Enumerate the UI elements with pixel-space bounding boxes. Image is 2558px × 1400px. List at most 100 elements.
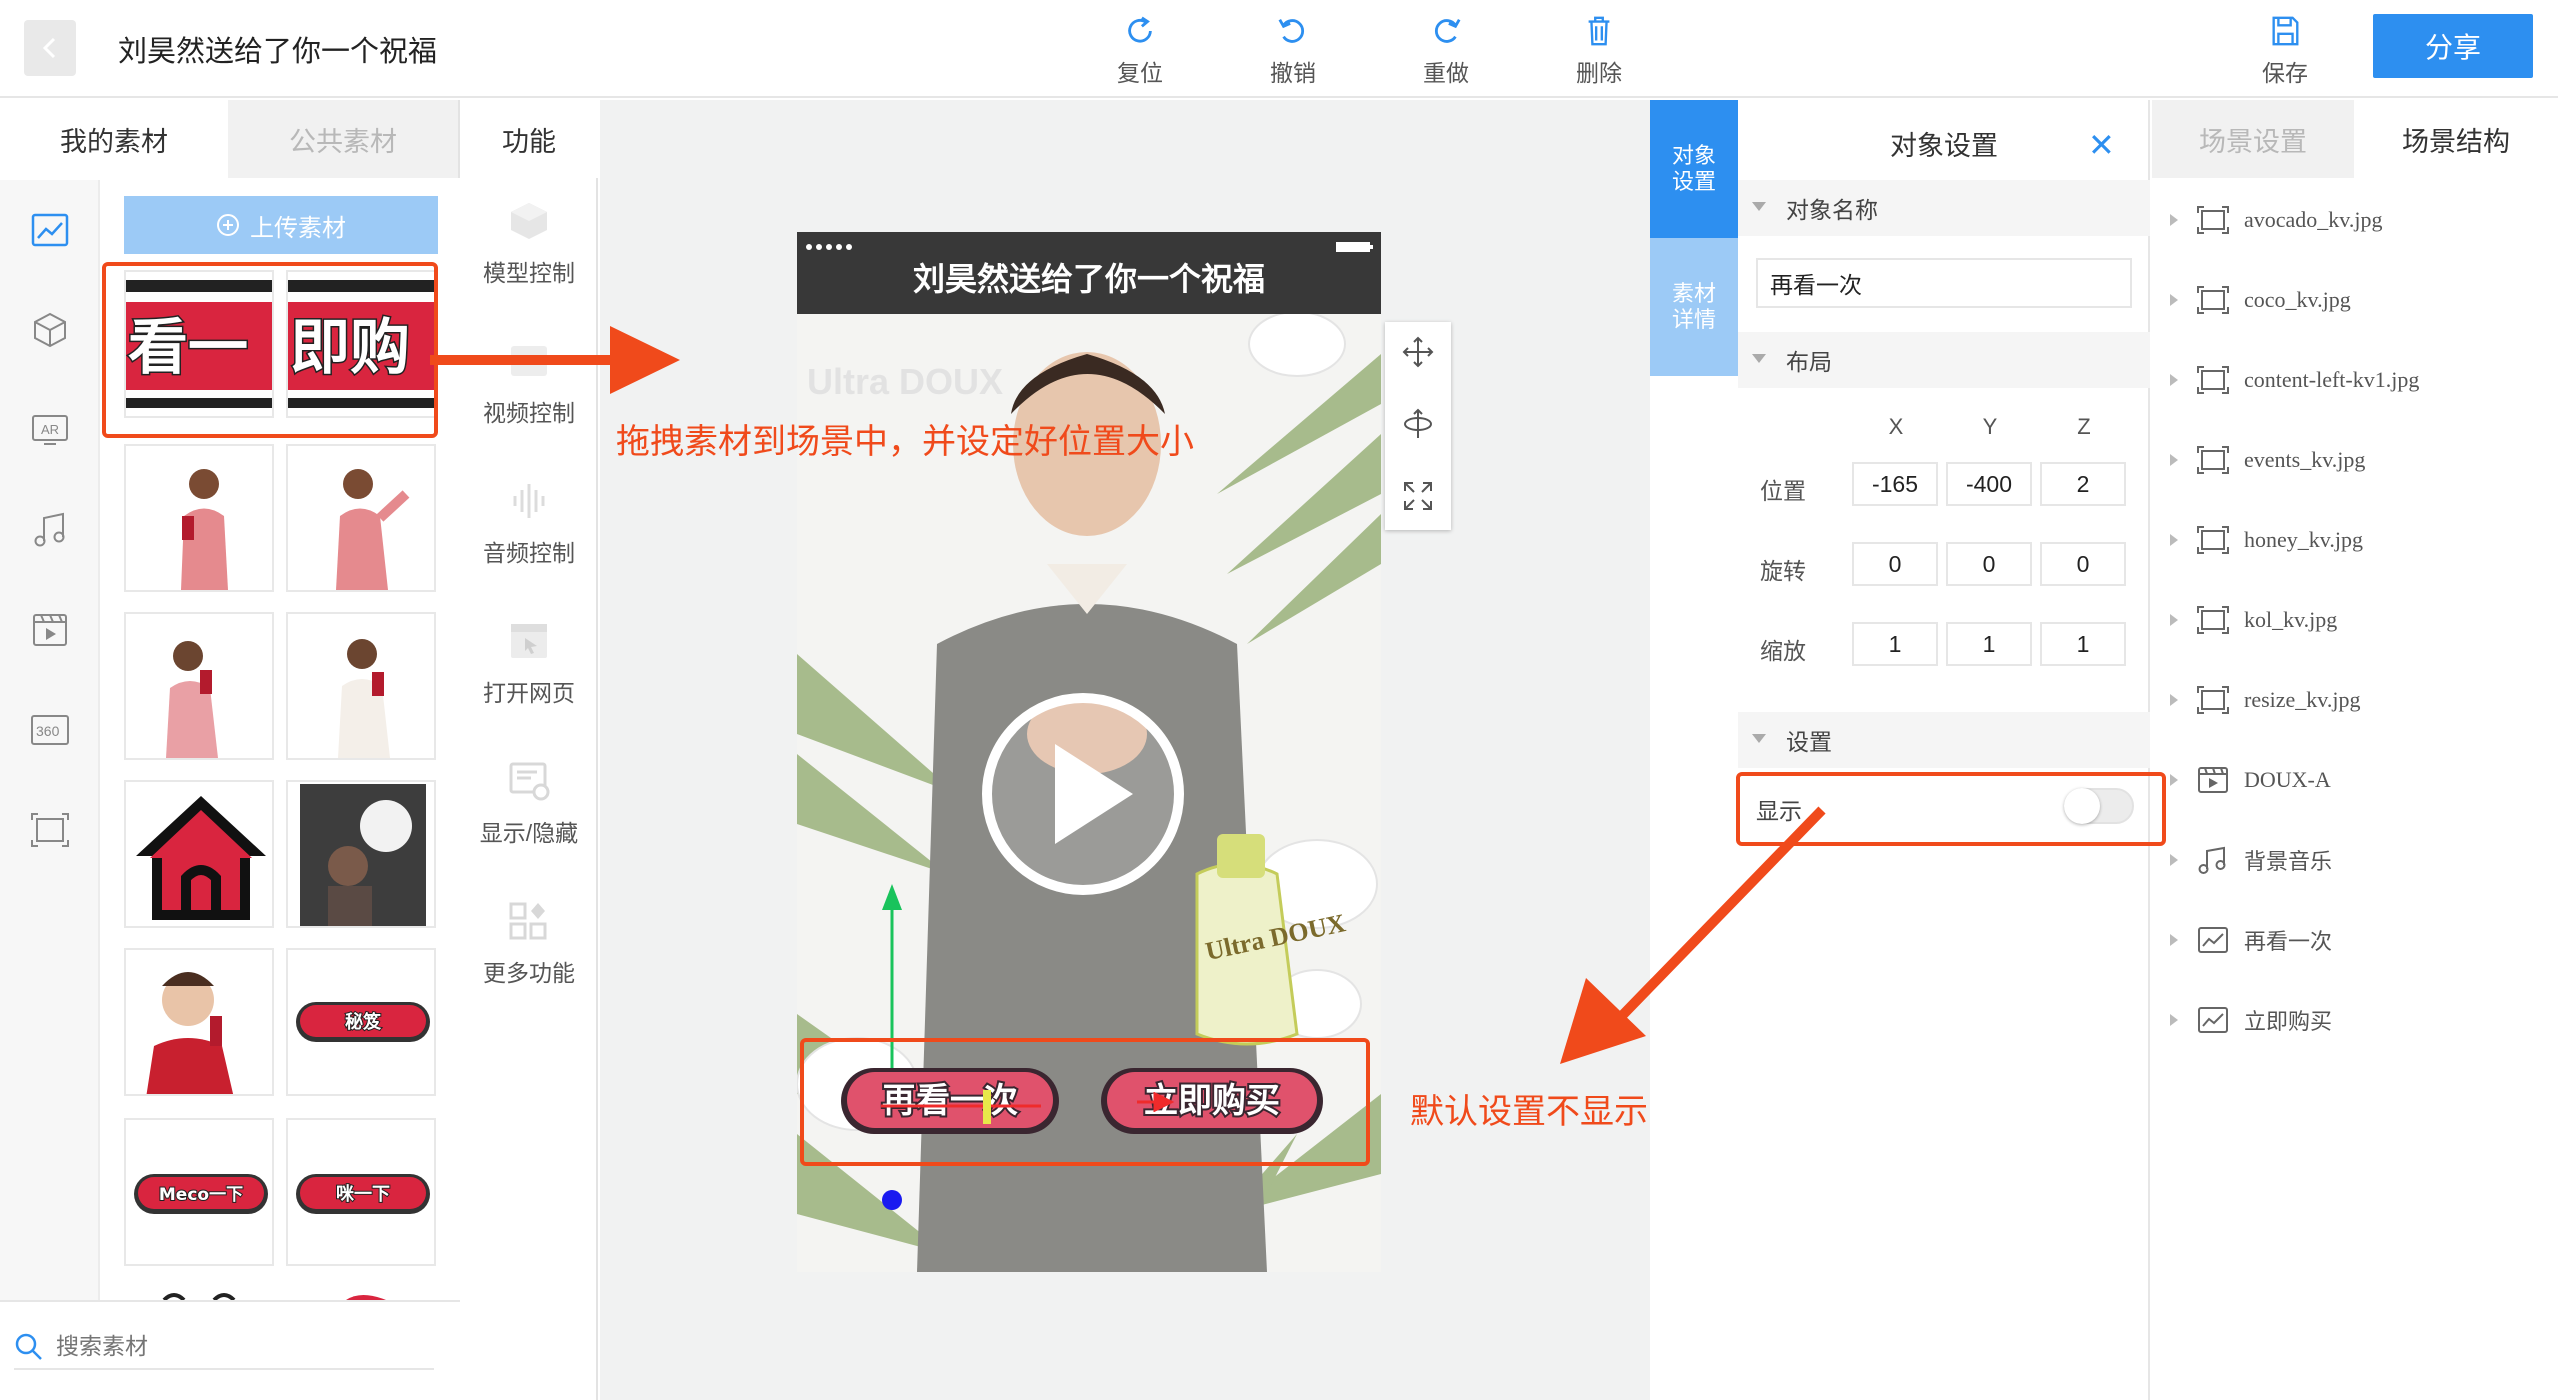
frame-icon: [2197, 606, 2229, 634]
section-object-name[interactable]: 对象名称: [1738, 180, 2150, 236]
axis-z-label: Z: [2077, 414, 2091, 439]
tab-my-assets[interactable]: 我的素材: [0, 100, 228, 178]
scene-item[interactable]: DOUX-A: [2170, 760, 2331, 800]
scene-item[interactable]: coco_kv.jpg: [2170, 280, 2351, 320]
move-icon[interactable]: [1402, 336, 1434, 368]
caret-right-icon: [2170, 294, 2178, 306]
rotate-icon[interactable]: [1402, 408, 1434, 440]
scale-label: 缩放: [1760, 638, 1806, 664]
rotation-z-input[interactable]: [2040, 542, 2126, 586]
scene-item[interactable]: resize_kv.jpg: [2170, 680, 2360, 720]
function-open-web[interactable]: 打开网页: [460, 620, 598, 730]
asset-thumb-person-3[interactable]: [124, 612, 274, 760]
position-y-input[interactable]: [1946, 462, 2032, 506]
tab-scene-settings[interactable]: 场景设置: [2152, 100, 2354, 178]
category-360[interactable]: 360: [20, 700, 80, 760]
category-frame[interactable]: [20, 800, 80, 860]
annotation-arrow-diagonal: [1560, 806, 1826, 1064]
section-label: 设置: [1786, 729, 1832, 755]
person-thumbnail: [166, 641, 218, 758]
save-icon: [2272, 16, 2299, 46]
search-input[interactable]: [14, 1324, 434, 1370]
caret-right-icon: [2170, 774, 2178, 786]
position-x-input[interactable]: [1852, 462, 1938, 506]
transform-mode-toolbar: [1385, 322, 1451, 530]
scale-icon[interactable]: [1402, 480, 1434, 512]
undo-button[interactable]: 撤销: [1243, 14, 1343, 88]
function-more[interactable]: 更多功能: [460, 900, 598, 1010]
asset-thumb-person-2[interactable]: [286, 444, 436, 592]
category-ar[interactable]: AR: [20, 400, 80, 460]
asset-thumb-poster[interactable]: [286, 780, 436, 928]
tab-public-assets[interactable]: 公共素材: [228, 100, 458, 178]
undo-icon: [1278, 18, 1305, 43]
asset-thumb-pill-1[interactable]: 秘笈: [286, 948, 436, 1096]
asset-thumb-house[interactable]: [124, 780, 274, 928]
reset-button[interactable]: 复位: [1090, 14, 1190, 88]
reset-label: 复位: [1117, 60, 1163, 86]
scene-item[interactable]: honey_kv.jpg: [2170, 520, 2363, 560]
caret-right-icon: [2170, 374, 2178, 386]
annotation-drag-hint: 拖拽素材到场景中，并设定好位置大小: [616, 423, 1194, 461]
image-icon: [2198, 927, 2228, 953]
frame-icon: [2197, 686, 2229, 714]
tab-scene-structure[interactable]: 场景结构: [2354, 100, 2558, 178]
caret-right-icon: [2170, 454, 2178, 466]
redo-label: 重做: [1423, 60, 1469, 86]
section-settings[interactable]: 设置: [1738, 712, 2150, 768]
asset-thumb-partial: [124, 1288, 274, 1300]
side-tab-material-details[interactable]: 素材详情: [1650, 238, 1738, 376]
scene-item-label: DOUX-A: [2244, 767, 2331, 792]
annotation-default-hint: 默认设置不显示: [1410, 1093, 1648, 1131]
rotation-x-input[interactable]: [1852, 542, 1938, 586]
asset-thumb-person-5[interactable]: [124, 948, 274, 1096]
play-icon[interactable]: [977, 688, 1189, 900]
brand-watermark: Ultra DOUX: [807, 361, 1003, 402]
category-image[interactable]: [20, 200, 80, 260]
tab-functions[interactable]: 功能: [458, 100, 598, 178]
save-button[interactable]: 保存: [2235, 14, 2335, 88]
scale-z-input[interactable]: [2040, 622, 2126, 666]
position-z-input[interactable]: [2040, 462, 2126, 506]
asset-thumb-pill-2[interactable]: Meco一下: [124, 1118, 274, 1266]
display-icon: [509, 762, 550, 801]
frame-icon: [2197, 366, 2229, 394]
scene-item[interactable]: kol_kv.jpg: [2170, 600, 2337, 640]
signal-dots-icon: [806, 244, 852, 250]
function-show-hide[interactable]: 显示/隐藏: [460, 760, 598, 870]
redo-button[interactable]: 重做: [1396, 14, 1496, 88]
person-thumbnail: [338, 639, 390, 758]
category-video[interactable]: [20, 600, 80, 660]
function-model-control[interactable]: 模型控制: [460, 200, 598, 310]
share-button[interactable]: 分享: [2373, 14, 2533, 78]
side-tab-label: 素材详情: [1671, 281, 1716, 332]
close-icon[interactable]: ✕: [2088, 126, 2115, 164]
asset-thumb-person-1[interactable]: [124, 444, 274, 592]
category-model[interactable]: [20, 300, 80, 360]
frame-icon: [31, 813, 69, 847]
scale-x-input[interactable]: [1852, 622, 1938, 666]
app-title: 刘昊然送给了你一个祝福: [118, 36, 438, 68]
upload-button[interactable]: 上传素材: [124, 196, 438, 254]
scene-item[interactable]: events_kv.jpg: [2170, 440, 2365, 480]
delete-button[interactable]: 删除: [1549, 14, 1649, 88]
caret-right-icon: [2170, 694, 2178, 706]
asset-thumb-person-4[interactable]: [286, 612, 436, 760]
scene-item[interactable]: avocado_kv.jpg: [2170, 200, 2382, 240]
object-name-input[interactable]: [1756, 258, 2132, 308]
scene-item[interactable]: 立即购买: [2170, 1000, 2332, 1040]
redo-icon: [1434, 18, 1461, 43]
category-music[interactable]: [20, 500, 80, 560]
scene-item[interactable]: 再看一次: [2170, 920, 2332, 960]
scale-y-input[interactable]: [1946, 622, 2032, 666]
section-layout[interactable]: 布局: [1738, 332, 2150, 388]
asset-thumb-pill-3[interactable]: 咪一下: [286, 1118, 436, 1266]
side-tab-object-settings[interactable]: 对象设置: [1650, 100, 1738, 238]
image-icon: [2198, 1007, 2228, 1033]
rotation-y-input[interactable]: [1946, 542, 2032, 586]
scene-item[interactable]: 背景音乐: [2170, 840, 2332, 880]
scene-item[interactable]: content-left-kv1.jpg: [2170, 360, 2419, 400]
back-button[interactable]: [24, 20, 76, 76]
function-audio-control[interactable]: 音频控制: [460, 480, 598, 590]
caret-right-icon: [2170, 534, 2178, 546]
